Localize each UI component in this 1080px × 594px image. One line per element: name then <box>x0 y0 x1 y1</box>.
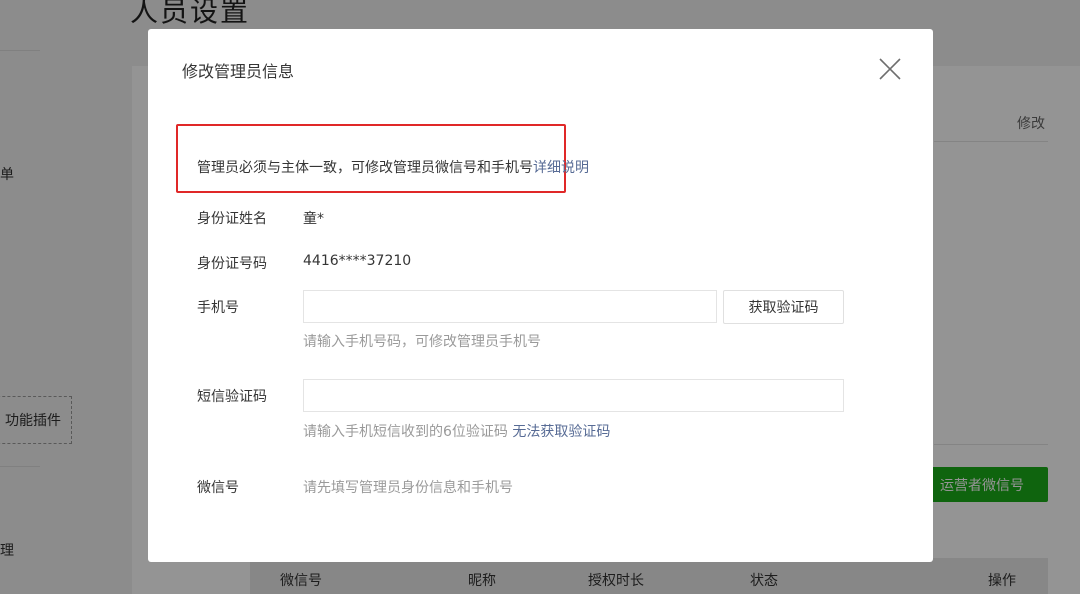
close-icon <box>879 58 901 80</box>
sms-code-input[interactable] <box>303 379 844 412</box>
id-number-value: 4416****37210 <box>303 253 412 269</box>
details-link[interactable]: 详细说明 <box>533 160 589 176</box>
dialog-title: 修改管理员信息 <box>182 62 295 81</box>
sms-code-label: 短信验证码 <box>197 389 267 405</box>
phone-label: 手机号 <box>197 300 239 316</box>
get-code-button[interactable]: 获取验证码 <box>723 290 844 324</box>
edit-admin-dialog: 修改管理员信息 管理员必须与主体一致，可修改管理员微信号和手机号详细说明 身份证… <box>148 29 933 562</box>
wechat-hint: 请先填写管理员身份信息和手机号 <box>303 480 513 496</box>
sms-code-hint: 请输入手机短信收到的6位验证码 无法获取验证码 <box>303 421 610 441</box>
notice-text: 管理员必须与主体一致，可修改管理员微信号和手机号 <box>197 160 533 176</box>
cannot-get-code-link[interactable]: 无法获取验证码 <box>512 424 610 440</box>
phone-hint: 请输入手机号码，可修改管理员手机号 <box>303 334 541 350</box>
wechat-label: 微信号 <box>197 480 239 496</box>
sms-hint-text: 请输入手机短信收到的6位验证码 <box>303 424 508 440</box>
id-name-value: 童* <box>303 211 324 227</box>
admin-notice: 管理员必须与主体一致，可修改管理员微信号和手机号详细说明 <box>197 157 589 177</box>
close-button[interactable] <box>870 49 910 89</box>
phone-input[interactable] <box>303 290 717 323</box>
id-number-label: 身份证号码 <box>197 256 267 272</box>
id-name-label: 身份证姓名 <box>197 211 267 227</box>
